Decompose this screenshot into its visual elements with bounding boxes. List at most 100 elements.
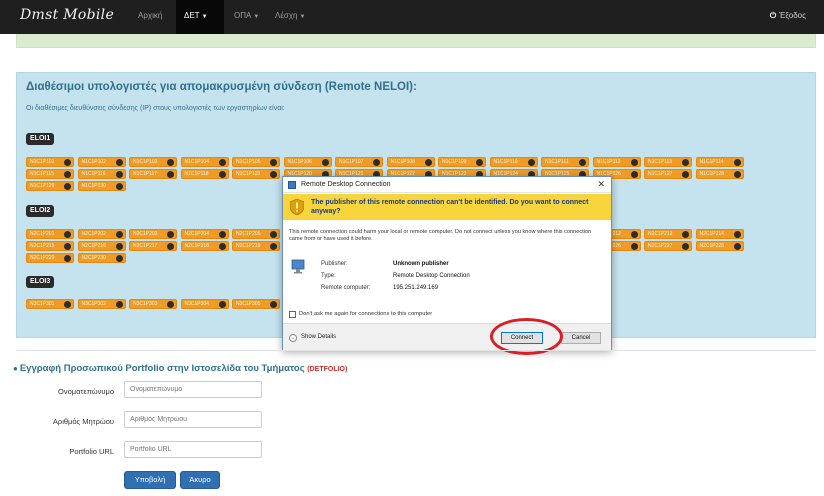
brand-logo[interactable]: Dmst Mobile [20,7,114,23]
remote-pc-button[interactable]: N2C1P201 [26,229,74,239]
remote-pc-label: N1C1P106 [287,159,312,165]
remote-pc-button[interactable]: N1C1P129 [26,181,74,191]
remote-pc-button[interactable]: N2C1P228 [695,241,744,251]
caret-down-icon: ▼ [299,14,306,20]
remote-pc-button[interactable]: N1C1P128 [695,169,744,179]
remote-pc-button[interactable]: N2C1P216 [77,241,126,251]
remote-pc-label: N1C1P114 [699,159,724,165]
dialog-titlebar[interactable]: Remote Desktop Connection ✕ [283,177,611,193]
remote-pc-label: N2C1P217 [133,243,158,249]
show-details-link[interactable]: Show Details [301,334,336,340]
remote-pc-button[interactable]: N1C1P109 [438,157,486,167]
arrow-circle-icon [733,231,741,238]
caret-down-icon: ▼ [253,14,260,20]
nav-home[interactable]: Αρχική [138,11,162,20]
remote-pc-button[interactable]: N1C1P130 [77,181,126,191]
arrow-circle-icon [682,231,689,238]
remote-pc-button[interactable]: N2C1P227 [644,241,692,251]
nav-opa-dropdown[interactable]: ΟΠΑ ▼ [234,11,259,20]
remote-pc-button[interactable]: N3C1P303 [129,299,177,309]
remote-pc-button[interactable]: N2C1P214 [695,229,744,239]
remote-pc-button[interactable]: N1C1P113 [644,157,692,167]
fullname-input[interactable] [124,381,262,398]
remote-pc-button[interactable]: N1C1P101 [26,157,74,167]
remote-pc-button[interactable]: N1C1P127 [644,169,692,179]
type-key: Type: [321,273,336,279]
arrow-circle-icon [630,231,638,238]
chevron-down-icon[interactable]: ⌄ [289,334,297,342]
remote-pc-button[interactable]: N2C1P219 [232,241,280,251]
portfolio-url-input[interactable] [124,441,262,458]
close-icon[interactable]: ✕ [597,179,605,190]
dont-ask-checkbox[interactable] [289,311,296,318]
remote-pc-button[interactable]: N1C1P106 [283,157,332,167]
arrow-circle-icon [64,301,71,308]
arrow-circle-icon [270,231,277,238]
remote-pc-button[interactable]: N1C1P111 [541,157,589,167]
portfolio-url-label: Portfolio URL [69,447,114,456]
remote-pc-button[interactable]: N2C1P203 [129,229,177,239]
arrow-circle-icon [424,159,432,166]
remote-pc-label: N1C1P112 [596,159,621,165]
remote-pc-button[interactable]: N1C1P115 [26,169,74,179]
remote-pc-button[interactable]: N3C1P304 [180,299,229,309]
caret-down-icon: ▼ [201,14,208,20]
submit-button[interactable]: Υποβολή [124,471,176,489]
remote-pc-button[interactable]: N1C1P107 [335,157,383,167]
arrow-circle-icon [64,255,71,262]
remote-pc-button[interactable]: N1C1P112 [592,157,641,167]
remote-desktop-icon [288,181,296,189]
remote-pc-button[interactable]: N3C1P305 [232,299,280,309]
registration-number-input[interactable] [124,411,262,428]
arrow-circle-icon [167,171,174,178]
remote-pc-button[interactable]: N1C1P104 [180,157,229,167]
portfolio-form-title: ● Εγγραφή Προσωπικού Portfolio στην Ιστοσ… [13,363,347,374]
remote-pc-button[interactable]: N1C1P118 [180,169,229,179]
form-cancel-button[interactable]: Άκυρο [180,471,220,489]
remote-pc-label: N2C1P228 [699,243,724,249]
remote-pc-button[interactable]: N3C1P302 [77,299,126,309]
lab-label-eloi1: ELOI1 [26,133,55,145]
remote-pc-button[interactable]: N2C1P202 [77,229,126,239]
remote-pc-button[interactable]: N1C1P102 [77,157,126,167]
remote-pc-label: N1C1P103 [133,159,158,165]
nav-opa-label: ΟΠΑ [234,11,252,20]
arrow-circle-icon [270,159,277,166]
remote-pc-button[interactable]: N2C1P215 [26,241,74,251]
remote-pc-button[interactable]: N1C1P119 [232,169,280,179]
nav-det-dropdown[interactable]: ΔΕΤ ▼ [184,11,208,20]
remote-pc-button[interactable]: N1C1P105 [232,157,280,167]
remote-pc-label: N1C1P101 [30,159,55,165]
warning-message: The publisher of this remote connection … [311,199,589,215]
remote-pc-button[interactable]: N3C1P301 [26,299,74,309]
arrow-circle-icon [733,171,741,178]
remote-pc-button[interactable]: N2C1P229 [26,253,74,263]
remote-pc-button[interactable]: N1C1P116 [77,169,126,179]
remote-pc-button[interactable]: N1C1P108 [386,157,435,167]
remote-pc-button[interactable]: N2C1P205 [232,229,280,239]
remote-pc-button[interactable]: N1C1P103 [129,157,177,167]
remote-pc-button[interactable]: N2C1P218 [180,241,229,251]
remote-pc-label: N1C1P130 [81,183,106,189]
arrow-circle-icon [270,301,277,308]
logout-link[interactable]: ⏻ Έξοδος [770,11,806,21]
remote-pc-button[interactable]: N1C1P110 [489,157,538,167]
remote-pc-button[interactable]: N2C1P230 [77,253,126,263]
nav-club-dropdown[interactable]: Λέσχη ▼ [275,11,305,20]
page-root: Dmst Mobile Αρχική ΔΕΤ ▼ ΟΠΑ ▼ Λέσχη ▼ ⏻ Έξο… [0,0,824,496]
lab-label-eloi3: ELOI3 [26,276,55,288]
remote-pc-button[interactable]: N1C1P117 [129,169,177,179]
dialog-cancel-button[interactable]: Cancel [561,332,601,344]
arrow-circle-icon [115,231,123,238]
dont-ask-label[interactable]: Don't ask me again for connections to th… [299,311,432,317]
panel-subtitle: Οι διαθέσιμες διευθύνσεις σύνδεσης (IP) … [26,105,285,112]
remote-pc-button[interactable]: N2C1P213 [644,229,692,239]
remote-pc-button[interactable]: N2C1P217 [129,241,177,251]
remote-pc-label: N1C1P109 [442,159,467,165]
arrow-circle-icon [115,171,123,178]
arrow-circle-icon [64,231,71,238]
arrow-circle-icon [630,171,638,178]
remote-pc-button[interactable]: N2C1P204 [180,229,229,239]
remote-pc-button[interactable]: N1C1P114 [695,157,744,167]
remote-pc-label: N1C1P105 [236,159,261,165]
